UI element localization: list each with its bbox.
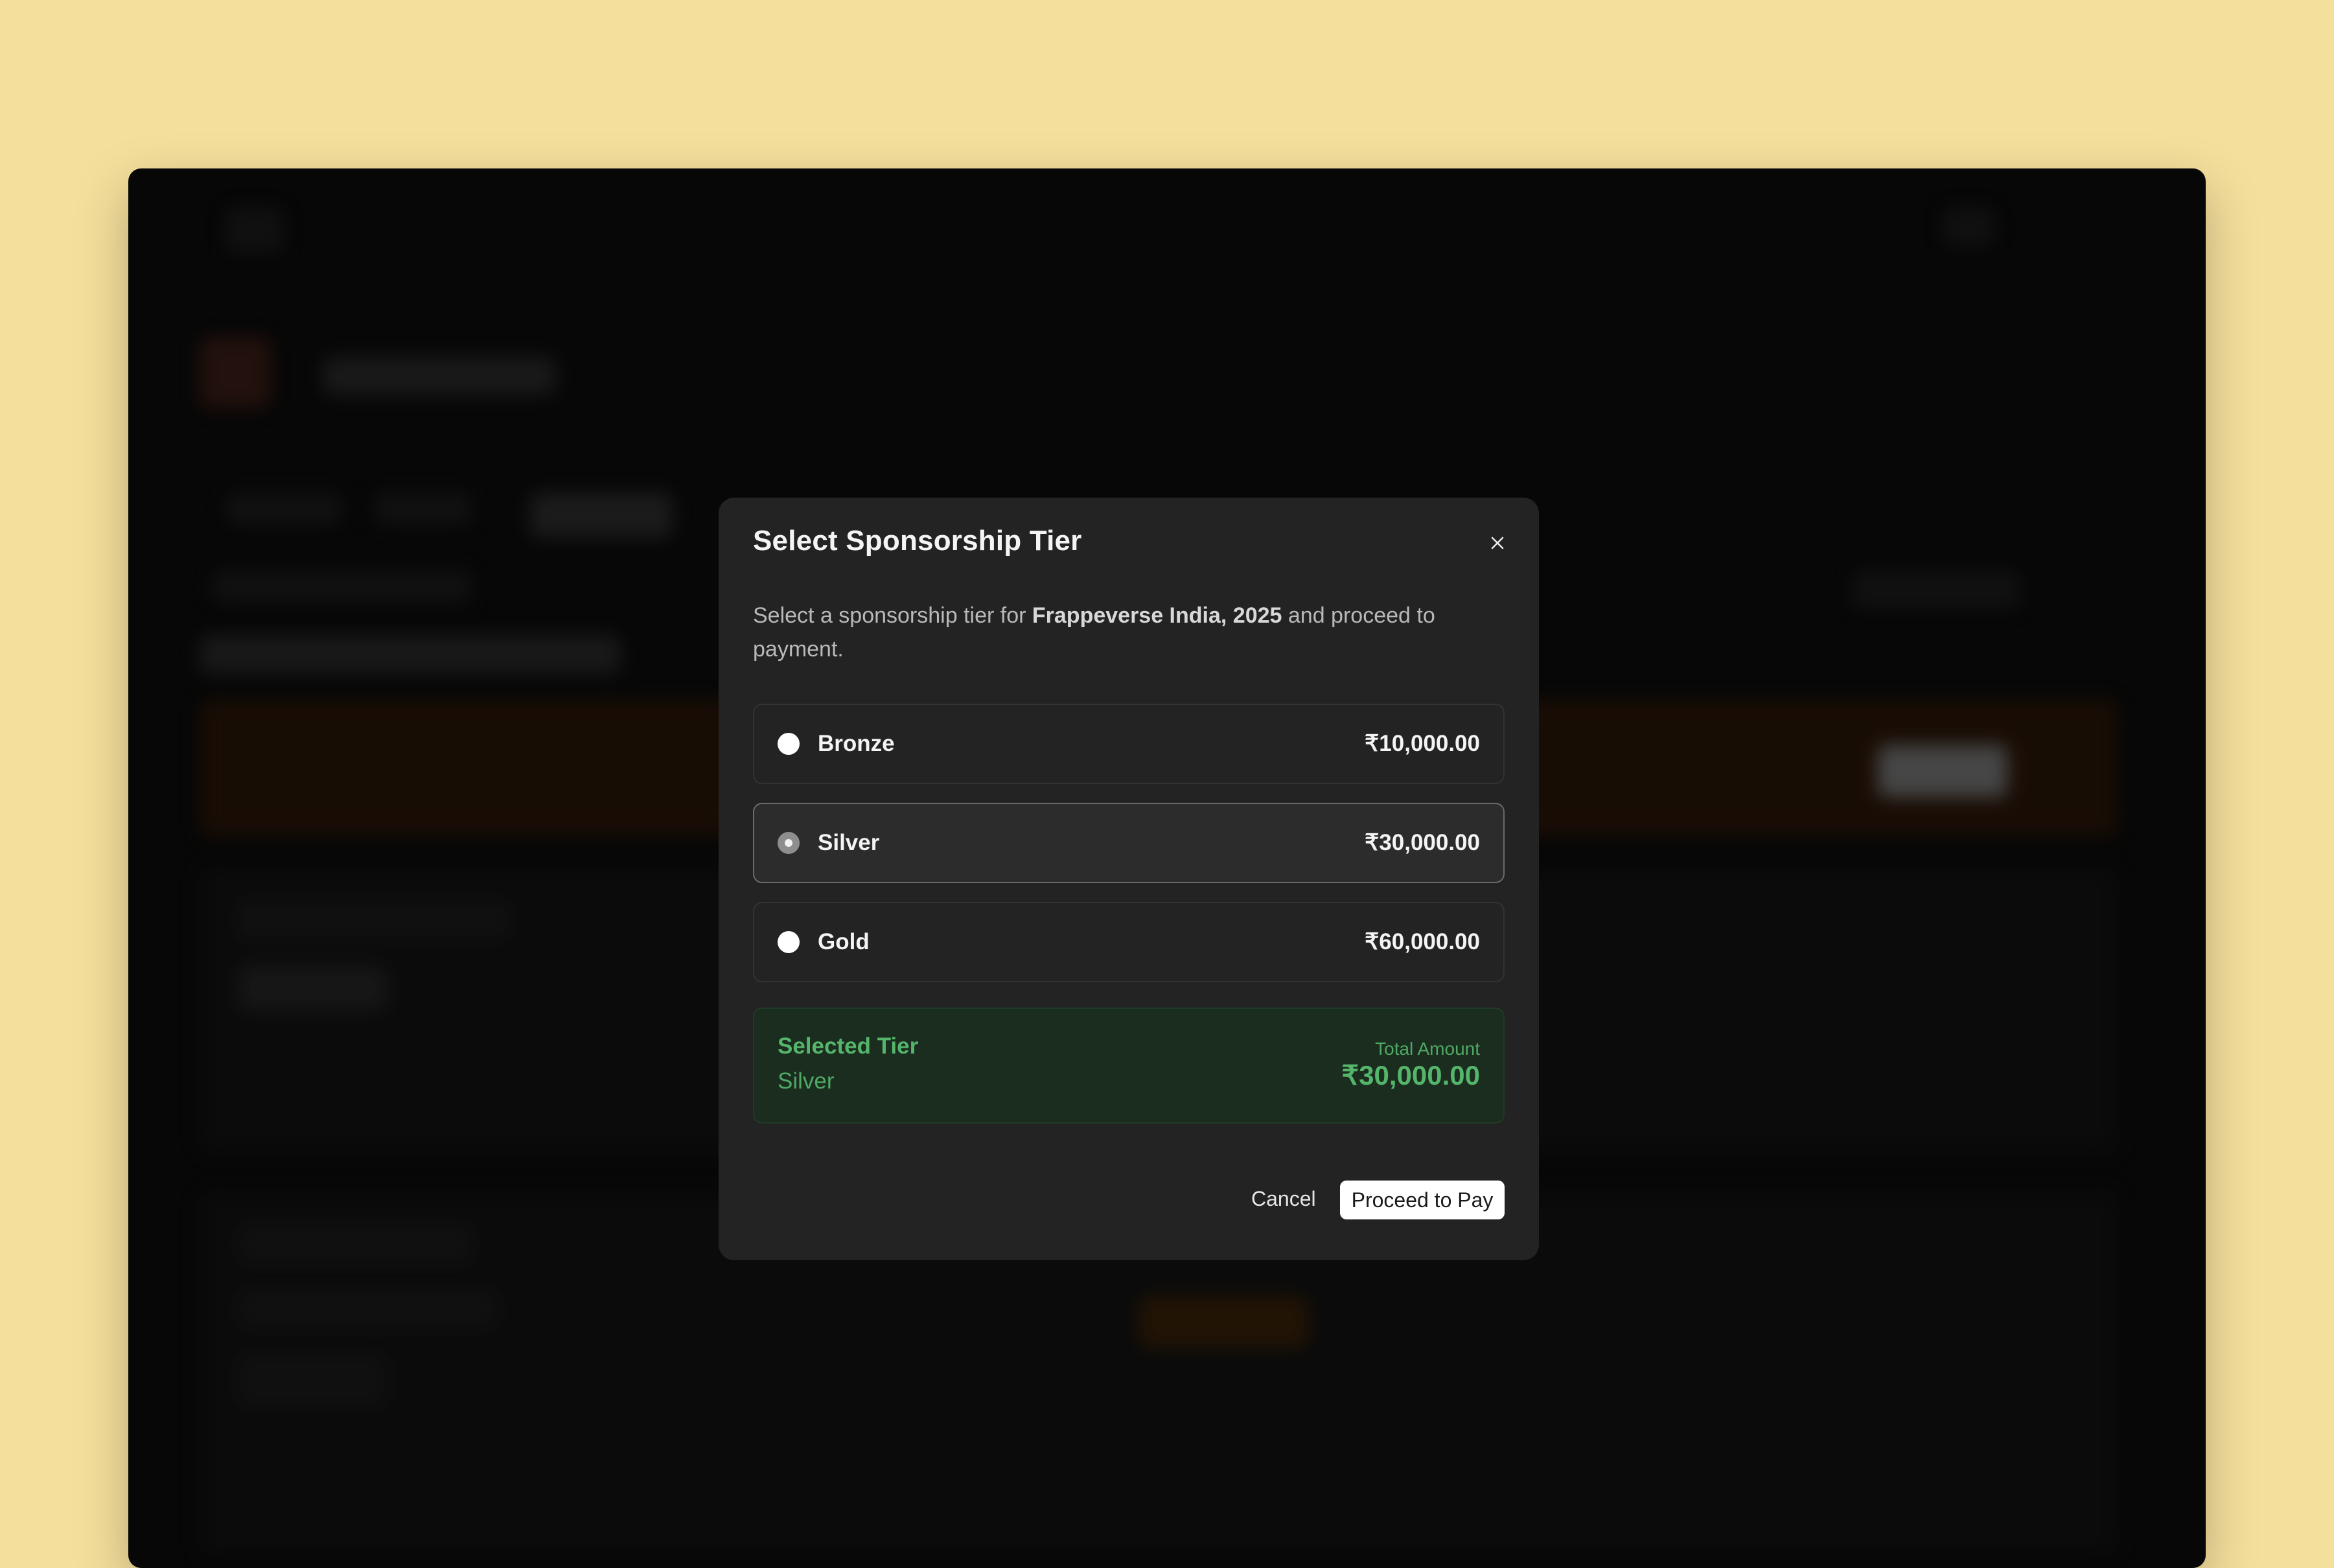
radio-bronze[interactable] xyxy=(778,733,800,755)
summary-label: Selected Tier xyxy=(778,1033,919,1059)
selected-tier-summary: Selected Tier Silver Total Amount ₹30,00… xyxy=(753,1008,1505,1124)
description-prefix: Select a sponsorship tier for xyxy=(753,603,1032,628)
tier-option-bronze[interactable]: Bronze ₹10,000.00 xyxy=(753,704,1505,784)
tier-name: Gold xyxy=(818,929,870,954)
tier-option-gold[interactable]: Gold ₹60,000.00 xyxy=(753,902,1505,982)
total-amount-label: Total Amount xyxy=(1375,1039,1480,1059)
close-icon xyxy=(1491,536,1504,549)
radio-silver[interactable] xyxy=(778,832,800,854)
tier-name: Silver xyxy=(818,830,880,855)
proceed-to-pay-button[interactable]: Proceed to Pay xyxy=(1340,1181,1505,1219)
tier-price: ₹60,000.00 xyxy=(1365,929,1480,954)
tier-option-silver[interactable]: Silver ₹30,000.00 xyxy=(753,803,1505,883)
radio-selected-dot xyxy=(785,839,792,847)
tier-price: ₹30,000.00 xyxy=(1365,830,1480,855)
sponsorship-tier-dialog: Select Sponsorship Tier Select a sponsor… xyxy=(719,498,1539,1260)
summary-tier: Silver xyxy=(778,1068,835,1094)
tier-price: ₹10,000.00 xyxy=(1365,731,1480,756)
cancel-button[interactable]: Cancel xyxy=(1237,1179,1330,1218)
radio-gold[interactable] xyxy=(778,931,800,953)
dialog-title: Select Sponsorship Tier xyxy=(753,525,1082,557)
total-amount: ₹30,000.00 xyxy=(1341,1060,1480,1090)
close-button[interactable] xyxy=(1485,530,1510,556)
dialog-description: Select a sponsorship tier for Frappevers… xyxy=(753,599,1498,666)
tier-name: Bronze xyxy=(818,731,895,756)
event-name: Frappeverse India, 2025 xyxy=(1032,603,1282,628)
